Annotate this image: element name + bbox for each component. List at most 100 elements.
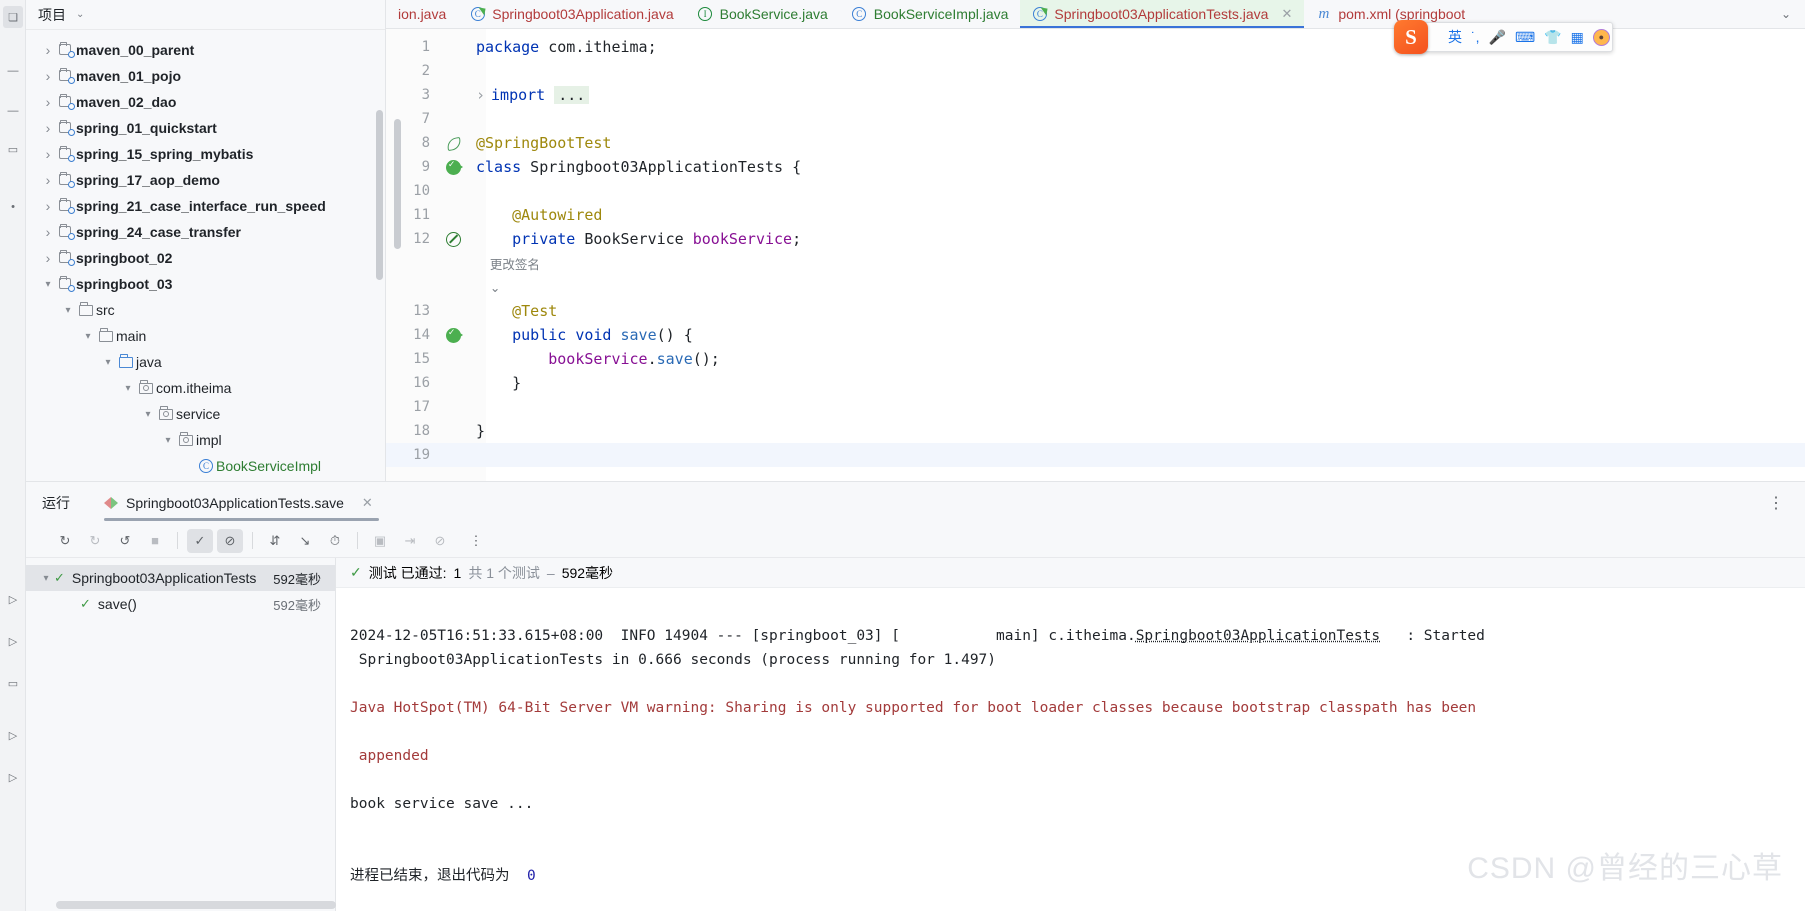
code-line[interactable]: 15 bookService.save();: [386, 347, 1805, 371]
chevron-down-icon[interactable]: ⌄: [76, 9, 84, 20]
rerun-automatically-icon[interactable]: ↺: [112, 529, 138, 553]
code-line[interactable]: 3 › import ...: [386, 83, 1805, 107]
rerun-icon[interactable]: ↻: [52, 529, 78, 553]
show-ignored-icon[interactable]: ⊘: [217, 529, 243, 553]
code-line[interactable]: 2: [386, 59, 1805, 83]
test-tree-row[interactable]: ✓ save() 592毫秒: [26, 591, 335, 617]
gutter-icon-slot[interactable]: [430, 137, 476, 150]
gutter-icon-slot[interactable]: [430, 160, 476, 175]
code-line[interactable]: 18}: [386, 419, 1805, 443]
gutter-icon-slot[interactable]: [430, 328, 476, 343]
chevron-down-icon[interactable]: [100, 357, 116, 368]
project-tree[interactable]: maven_00_parent maven_01_pojo maven_02_dao…: [26, 30, 385, 479]
chevron-right-icon[interactable]: [40, 68, 56, 84]
code-line[interactable]: 更改签名: [386, 251, 1805, 275]
build-tool-window-button[interactable]: ▷: [3, 766, 23, 788]
project-tree-item[interactable]: spring_24_case_transfer: [26, 219, 385, 245]
test-tree-row[interactable]: ✓ Springboot03ApplicationTests 592毫秒: [26, 565, 335, 591]
spring-bean-leaf-icon[interactable]: [446, 137, 461, 150]
project-tree-item[interactable]: service: [26, 401, 385, 427]
chevron-down-icon[interactable]: [80, 331, 96, 342]
editor-code-area[interactable]: 1 package com.itheima; 2 3 › import ... 7 8 @Spr…: [386, 35, 1805, 467]
code-line[interactable]: ⌄: [386, 275, 1805, 299]
ime-skin-icon[interactable]: 👕: [1544, 29, 1561, 46]
project-tree-item[interactable]: maven_02_dao: [26, 89, 385, 115]
editor-tab[interactable]: C BookServiceImpl.java: [840, 0, 1021, 28]
code-editor[interactable]: 1 package com.itheima; 2 3 › import ... 7 8 @Spr…: [386, 29, 1805, 481]
sogou-ime-toolbar[interactable]: S 英 ˙, 🎤 ⌨ 👕 ▦ ●: [1405, 22, 1613, 52]
project-tree-item[interactable]: spring_17_aop_demo: [26, 167, 385, 193]
code-line[interactable]: 19: [386, 443, 1805, 467]
chevron-right-icon[interactable]: [40, 224, 56, 240]
chevron-down-icon[interactable]: [120, 383, 136, 394]
editor-tab[interactable]: I BookService.java: [686, 0, 840, 28]
project-tree-item[interactable]: src: [26, 297, 385, 323]
close-icon[interactable]: ✕: [362, 495, 373, 511]
test-history-icon[interactable]: ⊘: [427, 529, 453, 553]
more-options-icon[interactable]: ⋮: [1768, 493, 1785, 513]
project-tree-item[interactable]: java: [26, 349, 385, 375]
console-line-1-link[interactable]: Springboot03ApplicationTests: [1136, 628, 1380, 644]
project-tree-item[interactable]: springboot_03: [26, 271, 385, 297]
project-tree-item[interactable]: main: [26, 323, 385, 349]
editor-tab[interactable]: ion.java: [386, 0, 458, 28]
sogou-logo-icon[interactable]: S: [1394, 20, 1428, 54]
autowired-bean-gutter-icon[interactable]: [446, 232, 461, 247]
code-line[interactable]: 11 @Autowired: [386, 203, 1805, 227]
test-results-tree[interactable]: ✓ Springboot03ApplicationTests 592毫秒 ✓ save(…: [26, 558, 336, 911]
project-tree-item[interactable]: com.itheima: [26, 375, 385, 401]
project-tree-item[interactable]: impl: [26, 427, 385, 453]
inlay-hint[interactable]: 更改签名: [476, 254, 540, 273]
ime-mic-icon[interactable]: 🎤: [1489, 29, 1506, 46]
debug-tool-window-button[interactable]: ▷: [3, 630, 23, 652]
code-line[interactable]: 14 public void save() {: [386, 323, 1805, 347]
ime-punctuation-icon[interactable]: ˙,: [1471, 29, 1480, 45]
ime-language-icon[interactable]: 英: [1448, 27, 1462, 47]
code-line[interactable]: 7: [386, 107, 1805, 131]
editor-tab[interactable]: C Springboot03Application.java: [458, 0, 685, 28]
editor-tab[interactable]: C Springboot03ApplicationTests.java ✕: [1020, 0, 1304, 28]
chevron-right-icon[interactable]: [40, 120, 56, 136]
code-line[interactable]: 12 private BookService bookService;: [386, 227, 1805, 251]
services-tool-window-button[interactable]: •: [3, 196, 23, 218]
chevron-down-icon[interactable]: [38, 573, 54, 584]
code-line[interactable]: 13 @Test: [386, 299, 1805, 323]
code-line[interactable]: 17: [386, 395, 1805, 419]
chevron-down-icon[interactable]: [160, 435, 176, 446]
chevron-down-icon[interactable]: [60, 305, 76, 316]
more-options-icon[interactable]: ⋮: [463, 529, 489, 553]
code-line[interactable]: 8 @SpringBootTest: [386, 131, 1805, 155]
import-tests-icon[interactable]: ⇥: [397, 529, 423, 553]
sort-alphabetically-icon[interactable]: ⇵: [262, 529, 288, 553]
run-test-gutter-icon[interactable]: [446, 160, 461, 175]
terminal-tool-window-button[interactable]: ▭: [3, 672, 23, 694]
ime-fox-icon[interactable]: ●: [1593, 29, 1610, 46]
inlay-hint[interactable]: ⌄: [476, 280, 500, 295]
close-icon[interactable]: ✕: [1281, 6, 1292, 22]
chevron-right-icon[interactable]: [40, 146, 56, 162]
stop-icon[interactable]: ■: [142, 529, 168, 553]
run-tool-window-button[interactable]: ▷: [3, 588, 23, 610]
chevron-right-icon[interactable]: [40, 198, 56, 214]
project-tree-item[interactable]: maven_01_pojo: [26, 63, 385, 89]
project-tree-item[interactable]: maven_00_parent: [26, 37, 385, 63]
chevron-down-icon[interactable]: [140, 409, 156, 420]
rerun-failed-icon[interactable]: ↻: [82, 529, 108, 553]
project-tree-item[interactable]: spring_15_spring_mybatis: [26, 141, 385, 167]
export-snapshot-icon[interactable]: ▣: [367, 529, 393, 553]
run-test-gutter-icon[interactable]: [446, 328, 461, 343]
code-line[interactable]: 9 class Springboot03ApplicationTests {: [386, 155, 1805, 179]
ime-apps-icon[interactable]: ▦: [1571, 29, 1584, 46]
code-line[interactable]: 16 }: [386, 371, 1805, 395]
show-passed-icon[interactable]: ✓: [187, 529, 213, 553]
problems-tool-window-button[interactable]: ▷: [3, 724, 23, 746]
commit-tool-window-button[interactable]: ▭: [3, 138, 23, 160]
gutter-icon-slot[interactable]: [430, 232, 476, 247]
code-line[interactable]: 10: [386, 179, 1805, 203]
bottom-horizontal-scrollbar[interactable]: [56, 901, 336, 909]
ime-keyboard-icon[interactable]: ⌨: [1515, 29, 1535, 46]
fold-marker-icon[interactable]: ›: [476, 86, 485, 104]
project-tree-item[interactable]: spring_01_quickstart: [26, 115, 385, 141]
bookmarks-tool-window-button[interactable]: —: [3, 100, 23, 122]
chevron-right-icon[interactable]: [40, 250, 56, 266]
